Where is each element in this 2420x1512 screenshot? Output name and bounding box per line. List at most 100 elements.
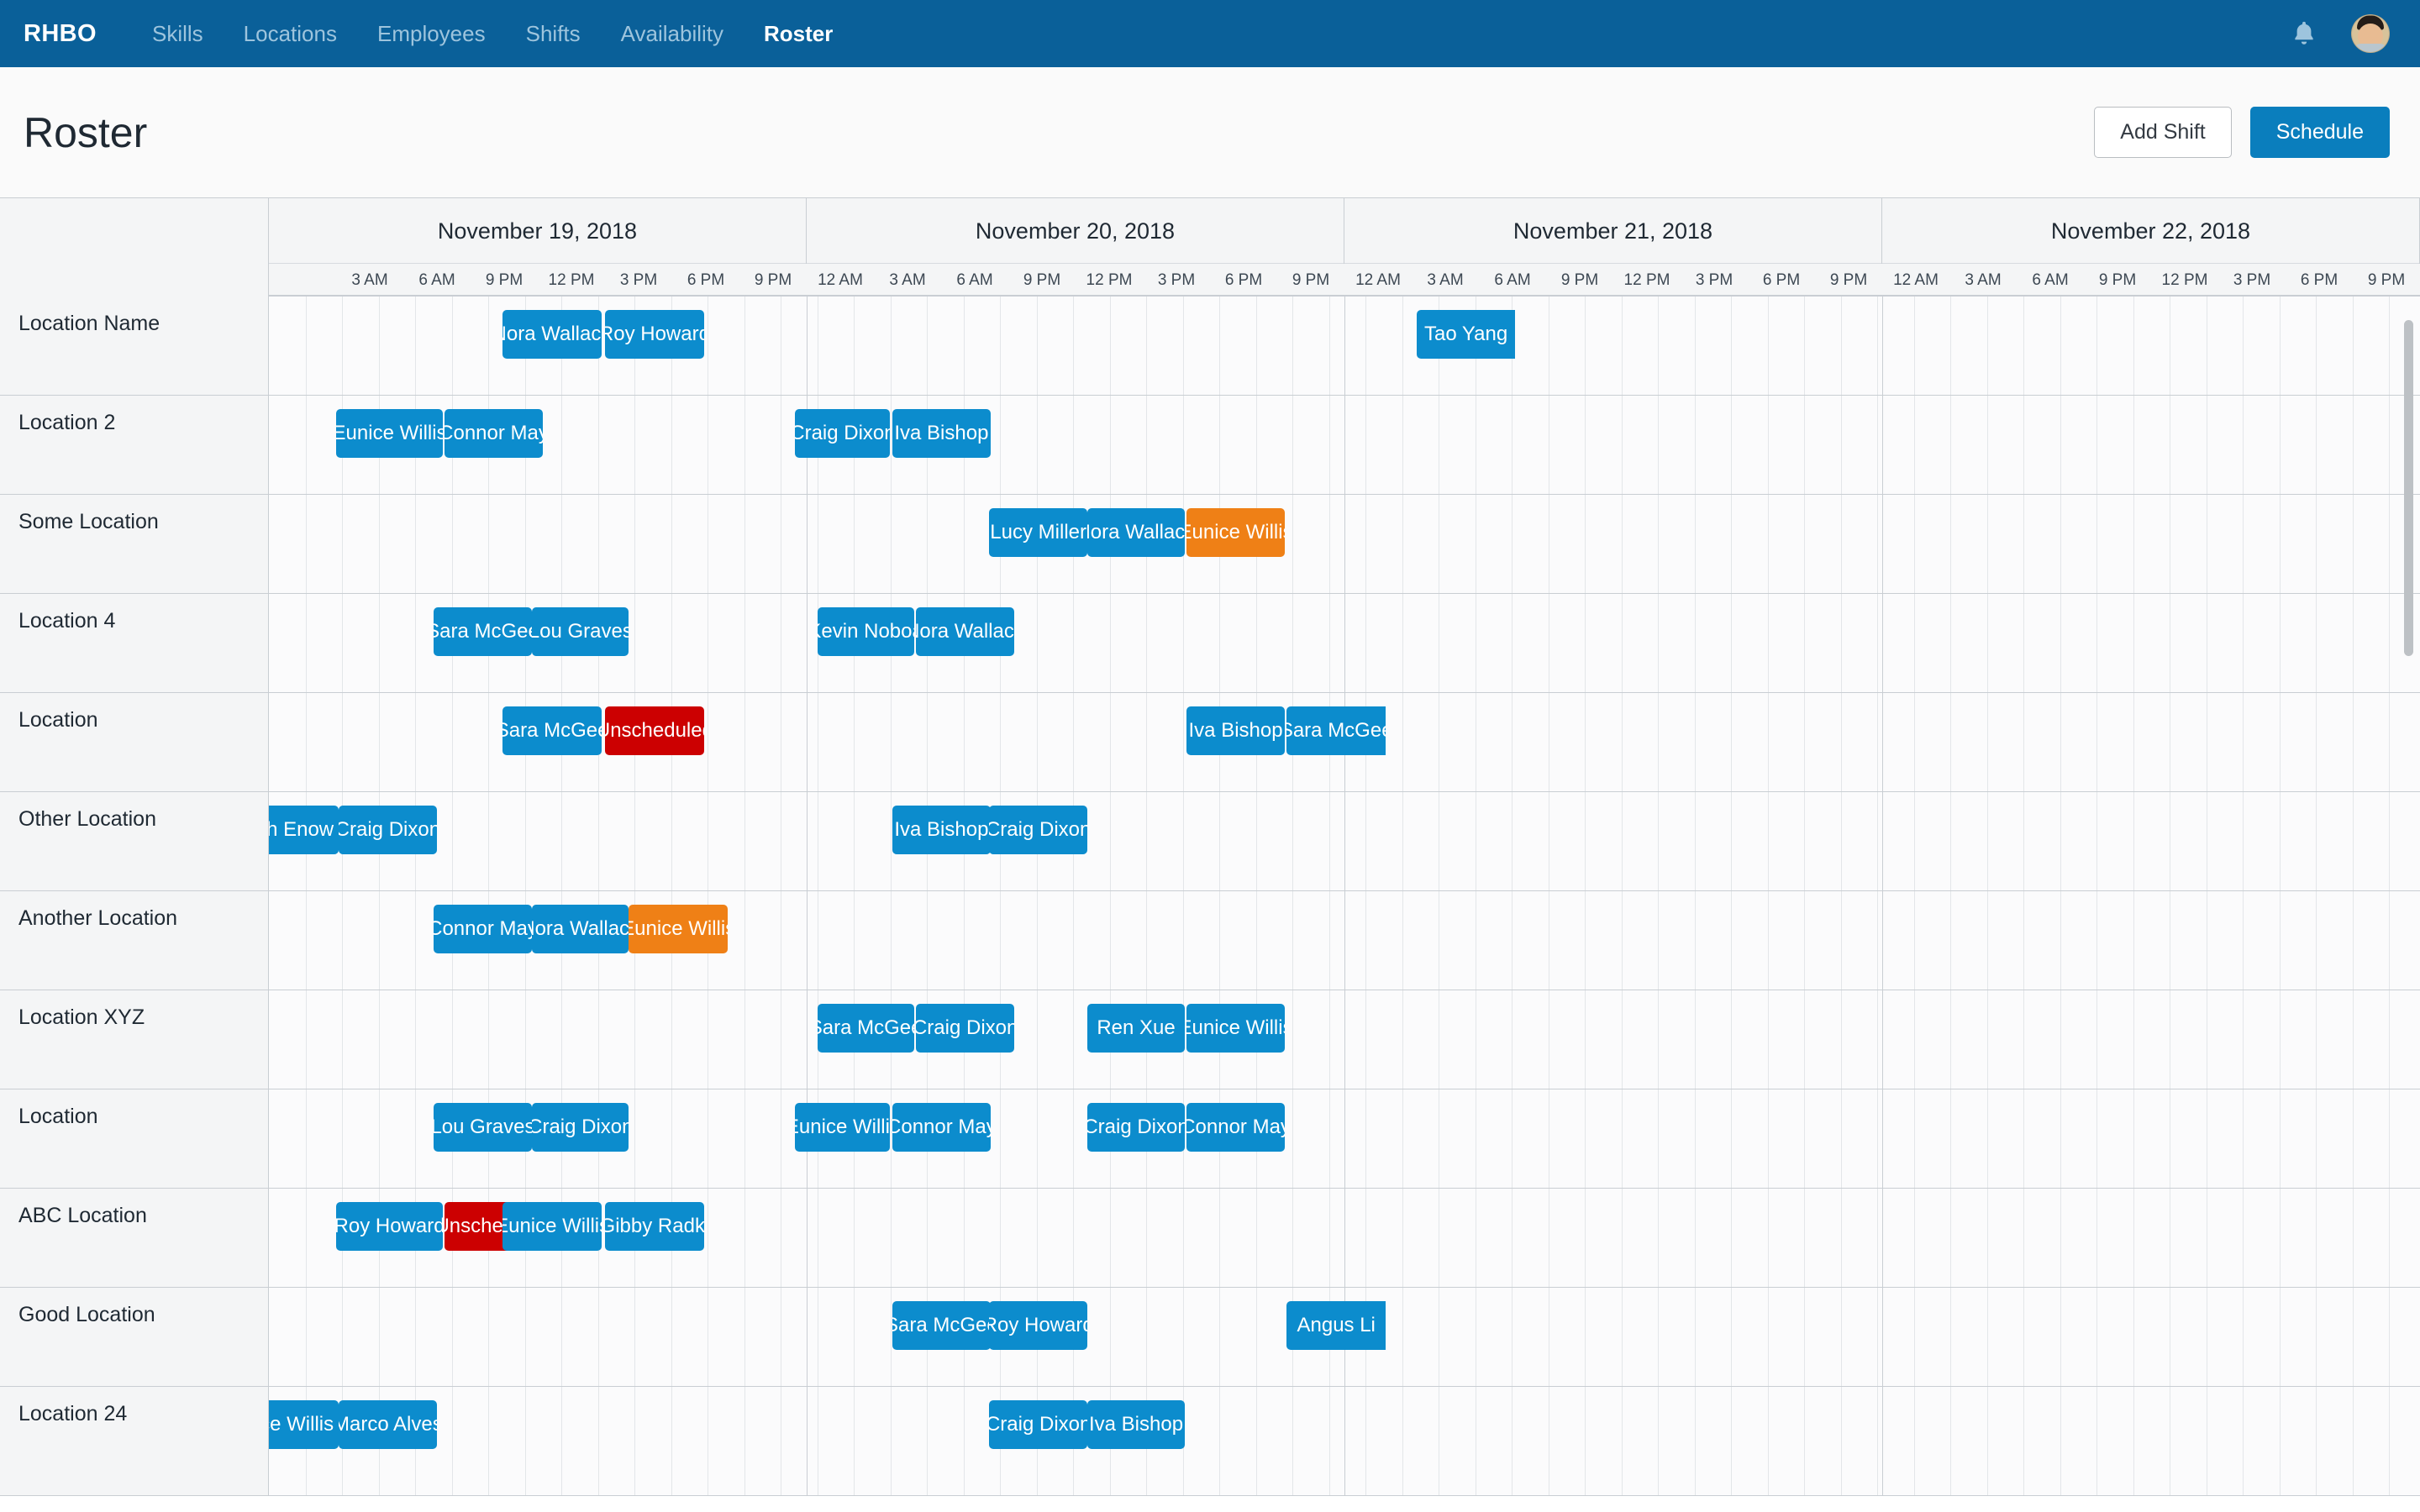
shift-block[interactable]: Kevin Noboa bbox=[817, 607, 914, 656]
app-brand[interactable]: RHBO bbox=[24, 20, 97, 48]
row-timeline-track[interactable]: Sara McGeeLou Graves Kevin NoboaNora Wall… bbox=[269, 594, 2420, 692]
shift-block[interactable]: ice Willis bbox=[269, 1400, 339, 1449]
vertical-scrollbar[interactable] bbox=[2404, 320, 2413, 656]
shift-block[interactable]: Craig Dixon bbox=[988, 806, 1088, 854]
shift-block[interactable]: Nora Wallace bbox=[915, 607, 1015, 656]
grid-line bbox=[927, 495, 928, 593]
shift-block[interactable]: Marco Alves bbox=[338, 1400, 438, 1449]
shift-block[interactable]: Iva Bishop bbox=[892, 806, 992, 854]
nav-link-employees[interactable]: Employees bbox=[357, 21, 506, 47]
grid-line bbox=[1658, 594, 1659, 692]
shift-block[interactable]: Eunice Willis bbox=[1186, 1004, 1286, 1053]
grid-line bbox=[1073, 594, 1074, 692]
row-timeline-track[interactable]: Nora WallaceRoy Howard Tao Yang bbox=[269, 297, 2420, 395]
row-timeline-track[interactable]: Sara McGeeRoy Howard Angus Li bbox=[269, 1288, 2420, 1386]
shift-block[interactable]: Roy Howard bbox=[988, 1301, 1088, 1350]
shift-block[interactable]: Eunice Willis bbox=[795, 1103, 891, 1152]
shift-block[interactable]: Iva Bishop bbox=[1186, 706, 1286, 755]
add-shift-button[interactable]: Add Shift bbox=[2094, 107, 2232, 158]
shift-block[interactable]: Craig Dixon bbox=[915, 1004, 1015, 1053]
shift-block[interactable]: Roy Howard bbox=[336, 1202, 443, 1251]
row-timeline-track[interactable]: Connor MayNora WallaceEunice Willis bbox=[269, 891, 2420, 990]
shift-block[interactable]: Craig Dixon bbox=[1087, 1103, 1185, 1152]
shift-block[interactable]: Roy Howard bbox=[605, 310, 704, 359]
shift-block[interactable]: Lou Graves bbox=[532, 607, 629, 656]
row-timeline-track[interactable]: Roy HowardUnscheduledEunice WillisGibby … bbox=[269, 1189, 2420, 1287]
row-timeline-track[interactable]: Sara McGeeCraig Dixon Ren XueEunice Willi… bbox=[269, 990, 2420, 1089]
shift-block[interactable]: Connor May bbox=[444, 409, 544, 458]
notifications-bell-icon[interactable] bbox=[2289, 18, 2319, 49]
grid-line bbox=[1183, 1288, 1184, 1386]
nav-link-shifts[interactable]: Shifts bbox=[506, 21, 601, 47]
nav-link-availability[interactable]: Availability bbox=[601, 21, 744, 47]
grid-line bbox=[1841, 594, 1842, 692]
row-timeline-track[interactable]: Sara McGeeUnscheduledIva BishopSara McGe… bbox=[269, 693, 2420, 791]
shift-block[interactable]: Sara McGee bbox=[1286, 706, 1386, 755]
time-tick: 12 PM bbox=[1623, 270, 1670, 289]
shift-block[interactable]: Sara McGee bbox=[502, 706, 602, 755]
shift-block[interactable]: Sara McGee bbox=[433, 607, 533, 656]
shift-block[interactable]: Craig Dixon bbox=[988, 1400, 1088, 1449]
nav-link-skills[interactable]: Skills bbox=[132, 21, 224, 47]
shift-block[interactable]: Connor May bbox=[433, 905, 533, 953]
shift-block[interactable]: ah Enow bbox=[269, 806, 339, 854]
grid-line bbox=[1987, 990, 1988, 1089]
shift-block[interactable]: Eunice Willis bbox=[1186, 508, 1286, 557]
row-timeline-track[interactable]: Lou GravesCraig DixonEunice WillisConnor… bbox=[269, 1089, 2420, 1188]
row-timeline-track[interactable]: Eunice WillisConnor May Craig DixonIva Bi… bbox=[269, 396, 2420, 494]
grid-line bbox=[1585, 495, 1586, 593]
grid-line bbox=[342, 594, 343, 692]
shift-block[interactable]: Lucy Miller bbox=[988, 508, 1088, 557]
grid-line bbox=[1402, 1189, 1403, 1287]
day-separator-line bbox=[1882, 990, 1883, 1089]
day-separator-line bbox=[807, 1387, 808, 1495]
grid-line bbox=[598, 792, 599, 890]
shift-block[interactable]: Eunice Willis bbox=[502, 1202, 602, 1251]
shift-block[interactable]: Connor May bbox=[892, 1103, 992, 1152]
shift-block[interactable]: Unscheduled bbox=[605, 706, 704, 755]
time-tick: 3 AM bbox=[889, 270, 926, 289]
shift-block[interactable]: Connor May bbox=[1186, 1103, 1286, 1152]
time-tick: 9 PM bbox=[1292, 270, 1330, 289]
grid-line bbox=[1622, 990, 1623, 1089]
shift-block[interactable]: Nora Wallace bbox=[532, 905, 629, 953]
grid-line bbox=[1146, 891, 1147, 990]
grid-line bbox=[744, 297, 745, 395]
grid-line bbox=[1292, 297, 1293, 395]
nav-link-locations[interactable]: Locations bbox=[224, 21, 357, 47]
shift-block[interactable]: Sara McGee bbox=[892, 1301, 992, 1350]
shift-block[interactable]: Lou Graves bbox=[433, 1103, 533, 1152]
grid-line bbox=[1658, 990, 1659, 1089]
day-separator-line bbox=[807, 1288, 808, 1386]
schedule-button[interactable]: Schedule bbox=[2249, 107, 2390, 158]
grid-line bbox=[2353, 891, 2354, 990]
shift-block[interactable]: Craig Dixon bbox=[795, 409, 891, 458]
shift-block[interactable]: Gibby Radki bbox=[605, 1202, 704, 1251]
user-avatar[interactable] bbox=[2351, 14, 2390, 53]
row-timeline-track[interactable]: Lucy MillerNora WallaceEunice Willis bbox=[269, 495, 2420, 593]
shift-block[interactable]: Eunice Willis bbox=[629, 905, 728, 953]
grid-line bbox=[342, 297, 343, 395]
row-timeline-track[interactable]: ice WillisMarco Alves Craig DixonIva Bish… bbox=[269, 1387, 2420, 1495]
shift-block[interactable]: Tao Yang bbox=[1416, 310, 1516, 359]
shift-block[interactable]: Iva Bishop bbox=[892, 409, 992, 458]
shift-block[interactable]: Eunice Willis bbox=[336, 409, 443, 458]
shift-block[interactable]: Angus Li bbox=[1286, 1301, 1386, 1350]
grid-line bbox=[2316, 891, 2317, 990]
grid-line bbox=[1768, 792, 1769, 890]
shift-block[interactable]: Nora Wallace bbox=[502, 310, 602, 359]
shift-block[interactable]: Craig Dixon bbox=[532, 1103, 629, 1152]
grid-line bbox=[1658, 1288, 1659, 1386]
grid-line bbox=[1768, 1387, 1769, 1495]
calendar-body[interactable]: Location NameNora WallaceRoy HowardTao Y… bbox=[0, 297, 2420, 1512]
nav-link-roster[interactable]: Roster bbox=[744, 21, 853, 47]
row-timeline-track[interactable]: ah EnowCraig DixonIva BishopCraig Dixon bbox=[269, 792, 2420, 890]
shift-block[interactable]: Craig Dixon bbox=[338, 806, 438, 854]
grid-line bbox=[1950, 1387, 1951, 1495]
grid-line bbox=[1000, 693, 1001, 791]
shift-block[interactable]: Nora Wallace bbox=[1087, 508, 1185, 557]
shift-block[interactable]: Ren Xue bbox=[1087, 1004, 1185, 1053]
grid-line bbox=[379, 990, 380, 1089]
shift-block[interactable]: Sara McGee bbox=[817, 1004, 914, 1053]
shift-block[interactable]: Iva Bishop bbox=[1087, 1400, 1185, 1449]
